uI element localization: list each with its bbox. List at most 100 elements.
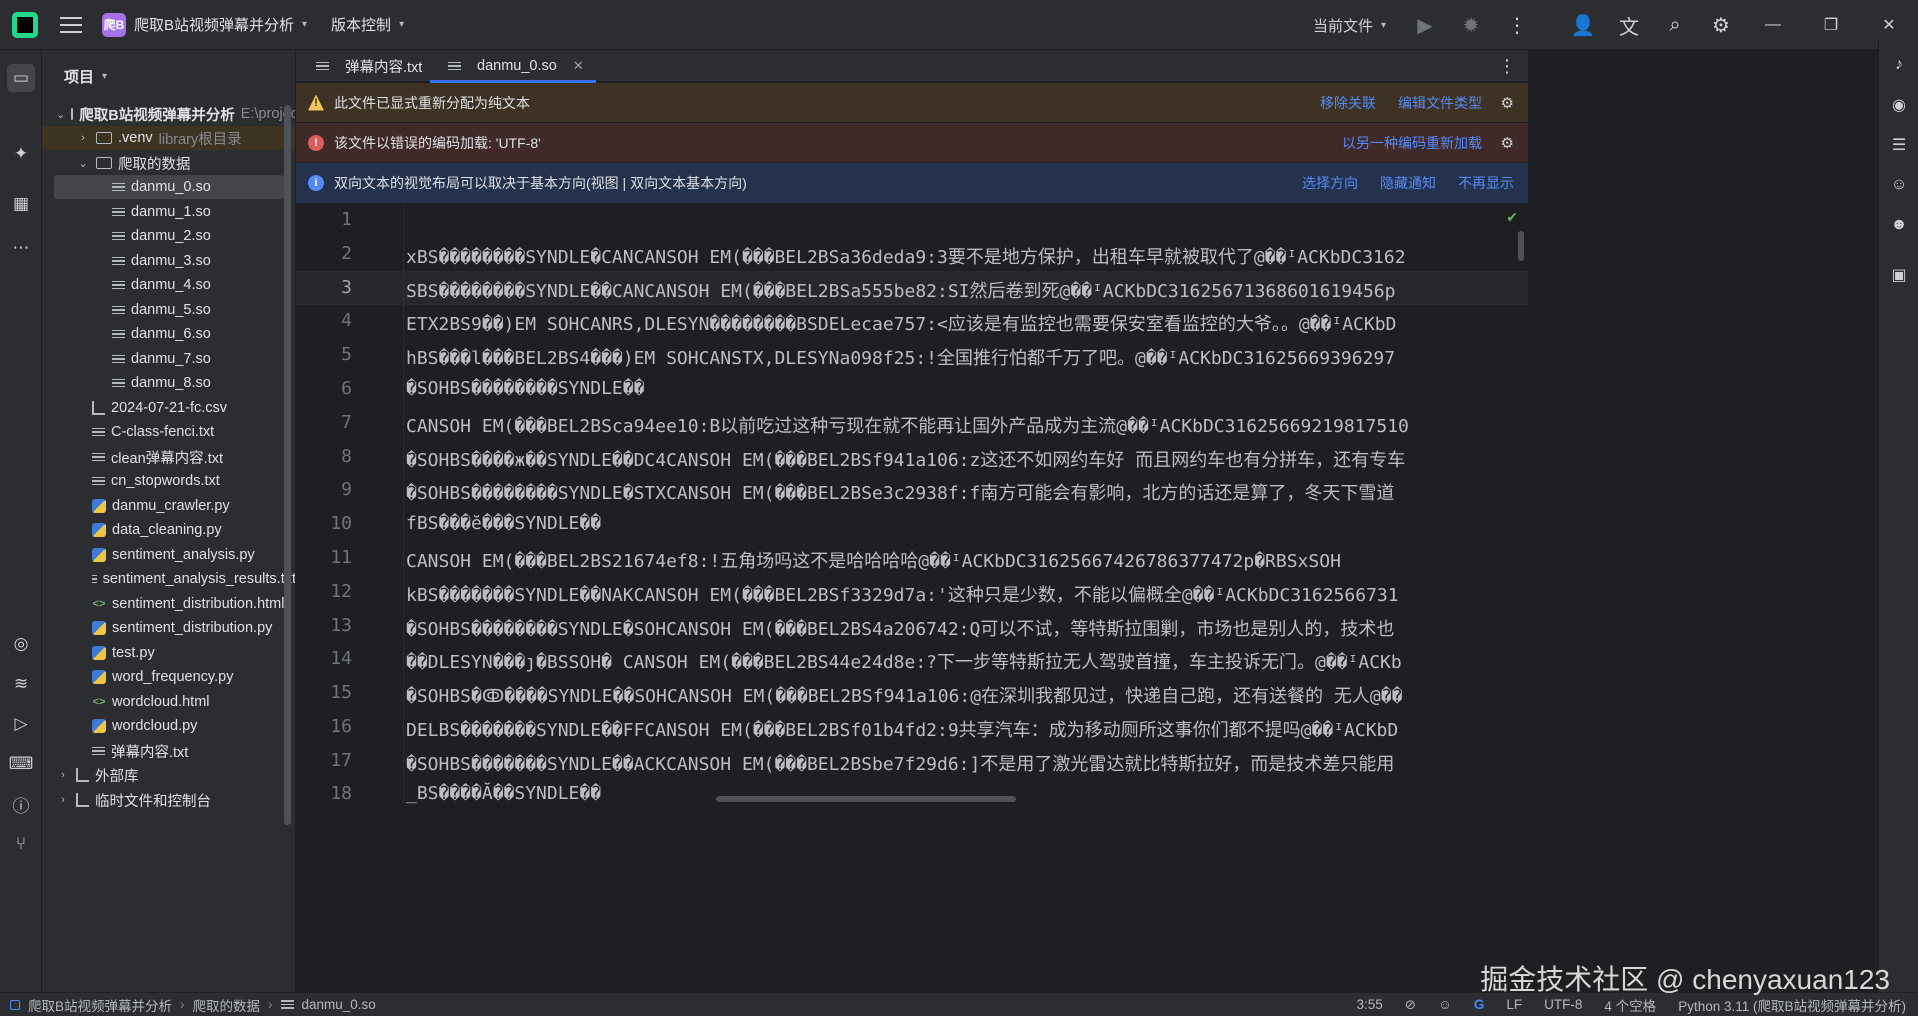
search-icon[interactable]: ⌕ — [1652, 0, 1698, 50]
notifications-bell-icon[interactable]: ♪ — [1886, 52, 1912, 78]
run-icon[interactable]: ▶ — [1402, 0, 1448, 50]
banner-text: 双向文本的视觉布局可以取决于基本方向(视图 | 双向文本基本方向) — [334, 175, 747, 191]
line-separator[interactable]: LF — [1506, 997, 1522, 1012]
gear-icon[interactable]: ⚙ — [1501, 94, 1514, 112]
caret-position[interactable]: 3:55 — [1357, 997, 1383, 1012]
tree-item-file[interactable]: danmu_crawler.py — [42, 494, 295, 518]
hide-notification-link[interactable]: 隐藏通知 — [1380, 173, 1436, 193]
breadcrumb-item[interactable]: 爬取B站视频弹幕并分析 — [28, 995, 172, 1015]
edit-file-type-link[interactable]: 编辑文件类型 — [1398, 93, 1482, 113]
tree-item-label: danmu_2.so — [131, 228, 211, 244]
tree-item-file[interactable]: data_cleaning.py — [42, 518, 295, 542]
tree-item-file[interactable]: danmu_1.so — [42, 200, 295, 224]
tree-item-file[interactable]: danmu_0.so — [54, 175, 284, 199]
tab-danmu-file[interactable]: danmu_0.so ✕ — [430, 50, 596, 83]
plugins-icon[interactable]: ✦ — [7, 140, 35, 168]
problems-icon[interactable]: ⓘ — [7, 790, 35, 818]
tree-item-file[interactable]: clean弹幕内容.txt — [42, 445, 295, 469]
debug-icon[interactable]: ✹ — [1448, 0, 1494, 50]
terminal-icon[interactable]: ⌨ — [7, 750, 35, 778]
tree-item-project-root[interactable]: ⌄ 爬取B站视频弹幕并分析 E:\project\ — [42, 102, 295, 126]
tree-item-scratches[interactable]: › 临时文件和控制台 — [42, 788, 295, 812]
tree-item-file[interactable]: sentiment_analysis.py — [42, 543, 295, 567]
tree-item-file[interactable]: <> sentiment_distribution.html — [42, 592, 295, 616]
restore-icon[interactable]: ❐ — [1802, 0, 1860, 50]
breadcrumb-item[interactable]: 爬取的数据 — [193, 995, 261, 1015]
panel-scrollbar[interactable] — [284, 105, 291, 825]
close-tab-icon[interactable]: ✕ — [573, 58, 584, 74]
tree-item-file[interactable]: sentiment_analysis_results.txt — [42, 567, 295, 591]
database-icon[interactable]: ☰ — [1886, 132, 1912, 158]
tree-item-file[interactable]: danmu_5.so — [42, 298, 295, 322]
services-icon[interactable]: ▷ — [7, 710, 35, 738]
add-user-icon[interactable]: 👤 — [1560, 0, 1606, 50]
tree-item-file[interactable]: sentiment_distribution.py — [42, 616, 295, 640]
python-console-icon[interactable]: ◎ — [7, 630, 35, 658]
tree-item-data-folder[interactable]: ⌄ 爬取的数据 — [42, 151, 295, 175]
csv-file-icon — [92, 401, 105, 415]
choose-direction-link[interactable]: 选择方向 — [1302, 173, 1358, 193]
tree-item-file[interactable]: danmu_6.so — [42, 322, 295, 346]
file-encoding[interactable]: UTF-8 — [1544, 997, 1582, 1012]
tree-item-file[interactable]: wordcloud.py — [42, 714, 295, 738]
gear-icon[interactable]: ⚙ — [1501, 134, 1514, 152]
tree-item-file[interactable]: <> wordcloud.html — [42, 690, 295, 714]
project-switcher[interactable]: 爬B 爬取B站视频弹幕并分析 ▾ — [102, 12, 307, 37]
tree-item-file[interactable]: 弹幕内容.txt — [42, 739, 295, 763]
sciview-icon[interactable]: ▣ — [1886, 262, 1912, 288]
error-banner: ! 该文件以错误的编码加载: 'UTF-8' 以另一种编码重新加载 ⚙ — [296, 123, 1528, 163]
code-editor[interactable]: 1 2 3 4 5 6 7 8 9 10 11 12 13 14 15 16 1… — [296, 203, 1528, 804]
layers-icon[interactable]: ≋ — [7, 670, 35, 698]
tree-item-label: 2024-07-21-fc.csv — [111, 400, 228, 416]
tree-item-file[interactable]: C-class-fenci.txt — [42, 420, 295, 444]
copilot-icon[interactable]: ☺ — [1886, 172, 1912, 198]
text-file-icon — [112, 278, 125, 292]
tree-item-external-libs[interactable]: › 外部库 — [42, 763, 295, 787]
tree-item-label: danmu_5.so — [131, 302, 211, 318]
chat-icon[interactable]: ☻ — [1886, 212, 1912, 238]
git-icon[interactable]: ⑂ — [7, 830, 35, 858]
tree-item-file[interactable]: test.py — [42, 641, 295, 665]
python-file-icon — [92, 548, 106, 562]
tree-item-file[interactable]: cn_stopwords.txt — [42, 469, 295, 493]
tree-item-file[interactable]: danmu_2.so — [42, 224, 295, 248]
tree-item-file[interactable]: danmu_4.so — [42, 273, 295, 297]
translate-icon[interactable]: 文 — [1606, 0, 1652, 50]
vertical-scrollbar[interactable] — [1518, 231, 1524, 261]
tree-item-venv[interactable]: › .venv library根目录 — [42, 126, 295, 150]
more-actions-icon[interactable]: ⋮ — [1494, 0, 1540, 50]
inspection-ok-icon[interactable]: ✔ — [1506, 209, 1518, 226]
tab-more-icon[interactable]: ⋮ — [1498, 56, 1516, 77]
scratches-icon — [76, 793, 89, 807]
structure-icon[interactable]: ▦ — [7, 190, 35, 218]
info-icon: i — [308, 175, 324, 191]
no-pair-icon[interactable]: ⊘ — [1405, 997, 1416, 1013]
run-config-selector[interactable]: 当前文件 ▾ — [1313, 0, 1402, 50]
tree-item-file[interactable]: danmu_3.so — [42, 249, 295, 273]
vcs-menu[interactable]: 版本控制 ▾ — [331, 14, 404, 35]
line-number: 16 — [330, 716, 352, 737]
breadcrumb-item[interactable]: danmu_0.so — [302, 997, 376, 1012]
text-file-icon — [92, 572, 97, 586]
minimize-icon[interactable]: — — [1744, 0, 1802, 50]
settings-gear-icon[interactable]: ⚙ — [1698, 0, 1744, 50]
tab-text-file[interactable]: 弹幕内容.txt — [310, 50, 422, 82]
main-menu-icon[interactable] — [60, 14, 82, 36]
tree-item-file[interactable]: 2024-07-21-fc.csv — [42, 396, 295, 420]
panel-header[interactable]: 项目 ▾ — [42, 50, 295, 102]
copilot-status-icon[interactable]: ☺ — [1438, 997, 1452, 1012]
reload-encoding-link[interactable]: 以另一种编码重新加载 — [1342, 133, 1482, 153]
code-line: �SOHBS����ж��SYNDLE��DC4CANSOH EM(���BEL… — [406, 450, 1406, 471]
tree-item-file[interactable]: danmu_8.so — [42, 371, 295, 395]
horizontal-scrollbar[interactable] — [716, 796, 1016, 802]
project-badge: 爬B — [102, 12, 126, 37]
python-file-icon — [92, 646, 106, 660]
project-folder-icon[interactable]: ▭ — [7, 64, 35, 92]
google-icon[interactable]: G — [1474, 997, 1485, 1012]
dont-show-again-link[interactable]: 不再显示 — [1458, 173, 1514, 193]
remove-association-link[interactable]: 移除关联 — [1320, 93, 1376, 113]
ai-assistant-icon[interactable]: ◉ — [1886, 92, 1912, 118]
tree-item-file[interactable]: word_frequency.py — [42, 665, 295, 689]
more-tools-icon[interactable]: ⋯ — [7, 234, 35, 262]
tree-item-file[interactable]: danmu_7.so — [42, 347, 295, 371]
